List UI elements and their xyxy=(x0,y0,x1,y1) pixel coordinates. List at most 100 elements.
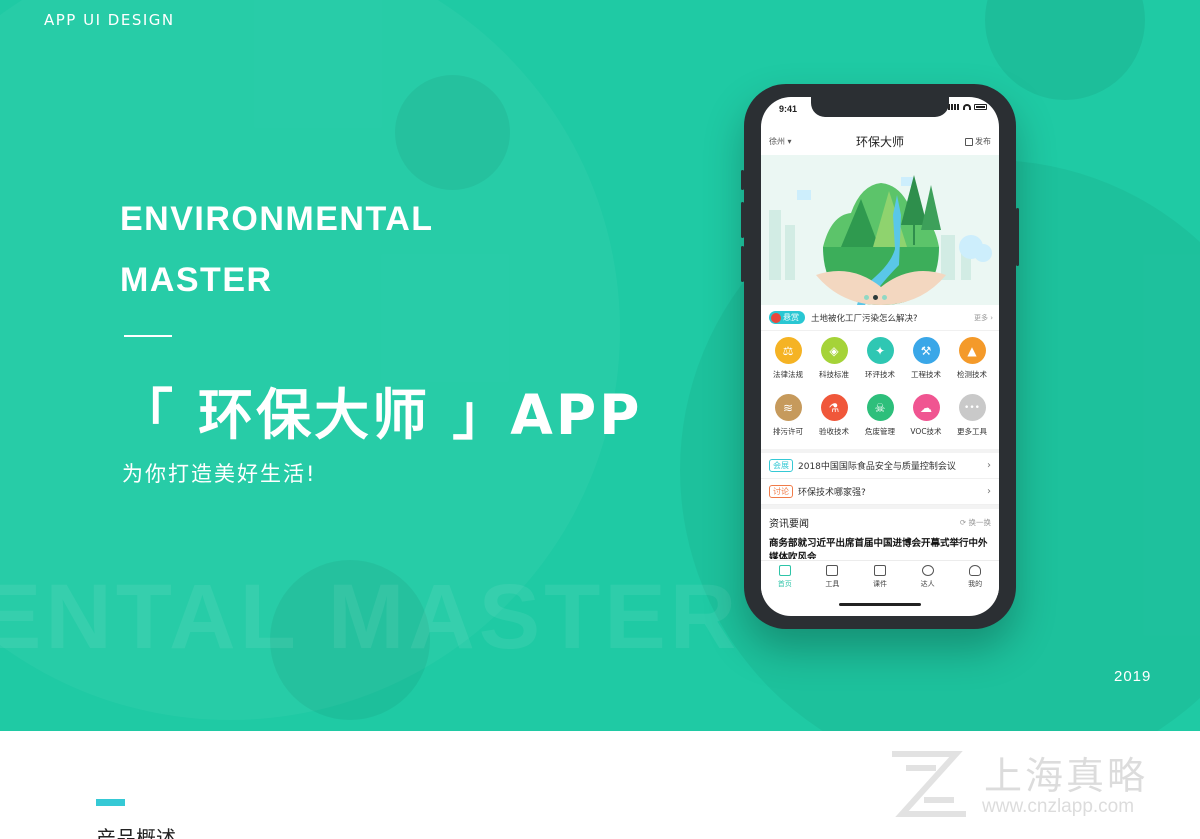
chevron-right-icon: › xyxy=(987,486,991,497)
phone-mute-switch xyxy=(741,170,744,190)
phone-mockup: 9:41 徐州 ▾ 环保大师 发布 悬赏 土地被化工厂污染怎么解决? 更多 › … xyxy=(741,84,1019,629)
tool-item-more[interactable]: ••• 更多工具 xyxy=(950,394,994,451)
carousel-dots xyxy=(864,295,887,300)
profile-icon xyxy=(969,565,982,576)
beaker-icon: ⚗ xyxy=(820,394,848,421)
edit-icon xyxy=(965,137,973,146)
title-divider xyxy=(124,335,172,337)
app-navbar: 徐州 ▾ 环保大师 发布 xyxy=(761,125,999,155)
tool-item-testing[interactable]: ▲ 检测技术 xyxy=(950,337,994,394)
tab-home[interactable]: 首页 xyxy=(765,561,805,595)
tool-item-eia[interactable]: ✦ 环评技术 xyxy=(858,337,902,394)
wifi-icon xyxy=(963,104,971,110)
tool-item-law[interactable]: ⚖ 法律法规 xyxy=(766,337,810,394)
more-icon: ••• xyxy=(958,394,986,421)
chevron-right-icon: › xyxy=(987,460,991,471)
app-title: 环保大师 xyxy=(855,135,904,149)
news-section-title: 资讯要闻 xyxy=(769,519,809,530)
tool-item-acceptance[interactable]: ⚗ 验收技术 xyxy=(812,394,856,451)
tool-label: VOC技术 xyxy=(910,427,942,436)
reward-icon xyxy=(771,312,781,323)
tab-label: 工具 xyxy=(825,580,840,588)
phone-volume-up xyxy=(741,202,744,238)
watermark-name: 上海真略 xyxy=(984,754,1149,798)
tool-item-engineering[interactable]: ⚒ 工程技术 xyxy=(904,337,948,394)
phone-power-button xyxy=(1016,208,1019,266)
hazard-icon: ☠ xyxy=(866,394,894,421)
drain-icon: ≋ xyxy=(774,394,802,421)
tab-profile[interactable]: 我的 xyxy=(955,561,995,595)
carousel-dot[interactable] xyxy=(864,295,869,300)
hero-section: APP UI DESIGN ENVIRONMENTAL MASTER 「 环保大… xyxy=(0,0,1200,731)
news-headline[interactable]: 商务部就习近平出席首届中国进博会开幕式举行中外媒体吹风会 xyxy=(769,537,993,559)
tool-label: 环评技术 xyxy=(865,370,895,379)
status-time: 9:41 xyxy=(779,104,798,114)
expert-icon xyxy=(921,565,934,576)
tab-courseware[interactable]: 课件 xyxy=(860,561,900,595)
news-line-discussion[interactable]: 讨论 环保技术哪家强? › xyxy=(761,479,999,505)
tab-tools[interactable]: 工具 xyxy=(812,561,852,595)
title-en-line1: ENVIRONMENTAL xyxy=(120,200,434,238)
tools-grid: ⚖ 法律法规 ◈ 科技标准 ✦ 环评技术 ⚒ 工程技术 ▲ 检测技术 ≋ 排污许… xyxy=(761,337,999,451)
year-label: 2019 xyxy=(1114,668,1152,685)
tab-label: 课件 xyxy=(872,580,887,588)
tool-item-voc[interactable]: ☁ VOC技术 xyxy=(904,394,948,451)
news-line-text: 环保技术哪家强? xyxy=(798,488,866,498)
bg-circle xyxy=(395,75,510,190)
phone-volume-down xyxy=(741,246,744,282)
home-indicator xyxy=(839,603,921,606)
tools-row: ⚖ 法律法规 ◈ 科技标准 ✦ 环评技术 ⚒ 工程技术 ▲ 检测技术 xyxy=(761,337,999,394)
tab-label: 首页 xyxy=(777,580,792,588)
discussion-tag: 讨论 xyxy=(769,485,793,498)
refresh-button[interactable]: ⟳ 换一换 xyxy=(960,517,991,528)
tools-row: ≋ 排污许可 ⚗ 验收技术 ☠ 危废管理 ☁ VOC技术 ••• 更多工具 xyxy=(761,394,999,451)
background-watermark-text: ENTAL MASTER xyxy=(0,566,741,668)
tool-label: 工程技术 xyxy=(911,370,941,379)
watermark-url: www.cnzlapp.com xyxy=(982,796,1135,817)
tab-label: 达人 xyxy=(920,580,935,588)
tool-label: 验收技术 xyxy=(819,427,849,436)
tool-item-hazard-waste[interactable]: ☠ 危废管理 xyxy=(858,394,902,451)
expo-tag: 会展 xyxy=(769,459,793,472)
tool-label: 法律法规 xyxy=(773,370,803,379)
cloud-icon: ☁ xyxy=(912,394,940,421)
status-indicators xyxy=(948,104,987,110)
phone-screen: 9:41 徐州 ▾ 环保大师 发布 悬赏 土地被化工厂污染怎么解决? 更多 › … xyxy=(761,97,999,616)
tool-label: 危废管理 xyxy=(865,427,895,436)
news-section-header: 资讯要闻 ⟳ 换一换 xyxy=(761,509,999,533)
title-cn: 「 环保大师 」APP xyxy=(118,383,643,447)
tab-label: 我的 xyxy=(968,580,983,588)
flask-icon: ▲ xyxy=(958,337,986,364)
home-icon xyxy=(778,565,791,576)
tool-item-discharge-permit[interactable]: ≋ 排污许可 xyxy=(766,394,810,451)
toolbox-icon xyxy=(826,565,839,576)
tool-label: 科技标准 xyxy=(819,370,849,379)
tool-label: 排污许可 xyxy=(773,427,803,436)
tab-experts[interactable]: 达人 xyxy=(908,561,948,595)
section-accent-bar xyxy=(96,799,125,806)
satellite-icon: ✦ xyxy=(866,337,894,364)
more-link[interactable]: 更多 › xyxy=(974,313,993,323)
scale-icon: ⚖ xyxy=(774,337,802,364)
tool-item-standard[interactable]: ◈ 科技标准 xyxy=(812,337,856,394)
courseware-icon xyxy=(873,565,886,576)
banner-illustration xyxy=(761,155,999,305)
reward-tag-label: 悬赏 xyxy=(783,313,799,322)
news-line-text: 2018中国国际食品安全与质量控制会议 xyxy=(798,462,956,472)
design-tag: APP UI DESIGN xyxy=(44,11,175,29)
publish-button[interactable]: 发布 xyxy=(965,136,991,147)
news-line-expo[interactable]: 会展 2018中国国际食品安全与质量控制会议 › xyxy=(761,453,999,479)
signal-icon xyxy=(948,104,960,110)
reward-question-row[interactable]: 悬赏 土地被化工厂污染怎么解决? 更多 › xyxy=(761,305,999,331)
slogan: 为你打造美好生活! xyxy=(122,462,317,486)
watermark: 上海真略 www.cnzlapp.com xyxy=(884,744,1184,824)
watermark-logo-icon xyxy=(892,751,966,817)
banner-carousel[interactable] xyxy=(761,155,999,305)
title-en-line2: MASTER xyxy=(120,261,273,299)
reward-question-text: 土地被化工厂污染怎么解决? xyxy=(811,313,918,324)
bottom-tab-bar: 首页 工具 课件 达人 我的 xyxy=(761,560,999,595)
refresh-label: 换一换 xyxy=(968,518,992,527)
shield-icon: ◈ xyxy=(820,337,848,364)
carousel-dot[interactable] xyxy=(882,295,887,300)
carousel-dot-active[interactable] xyxy=(873,295,878,300)
